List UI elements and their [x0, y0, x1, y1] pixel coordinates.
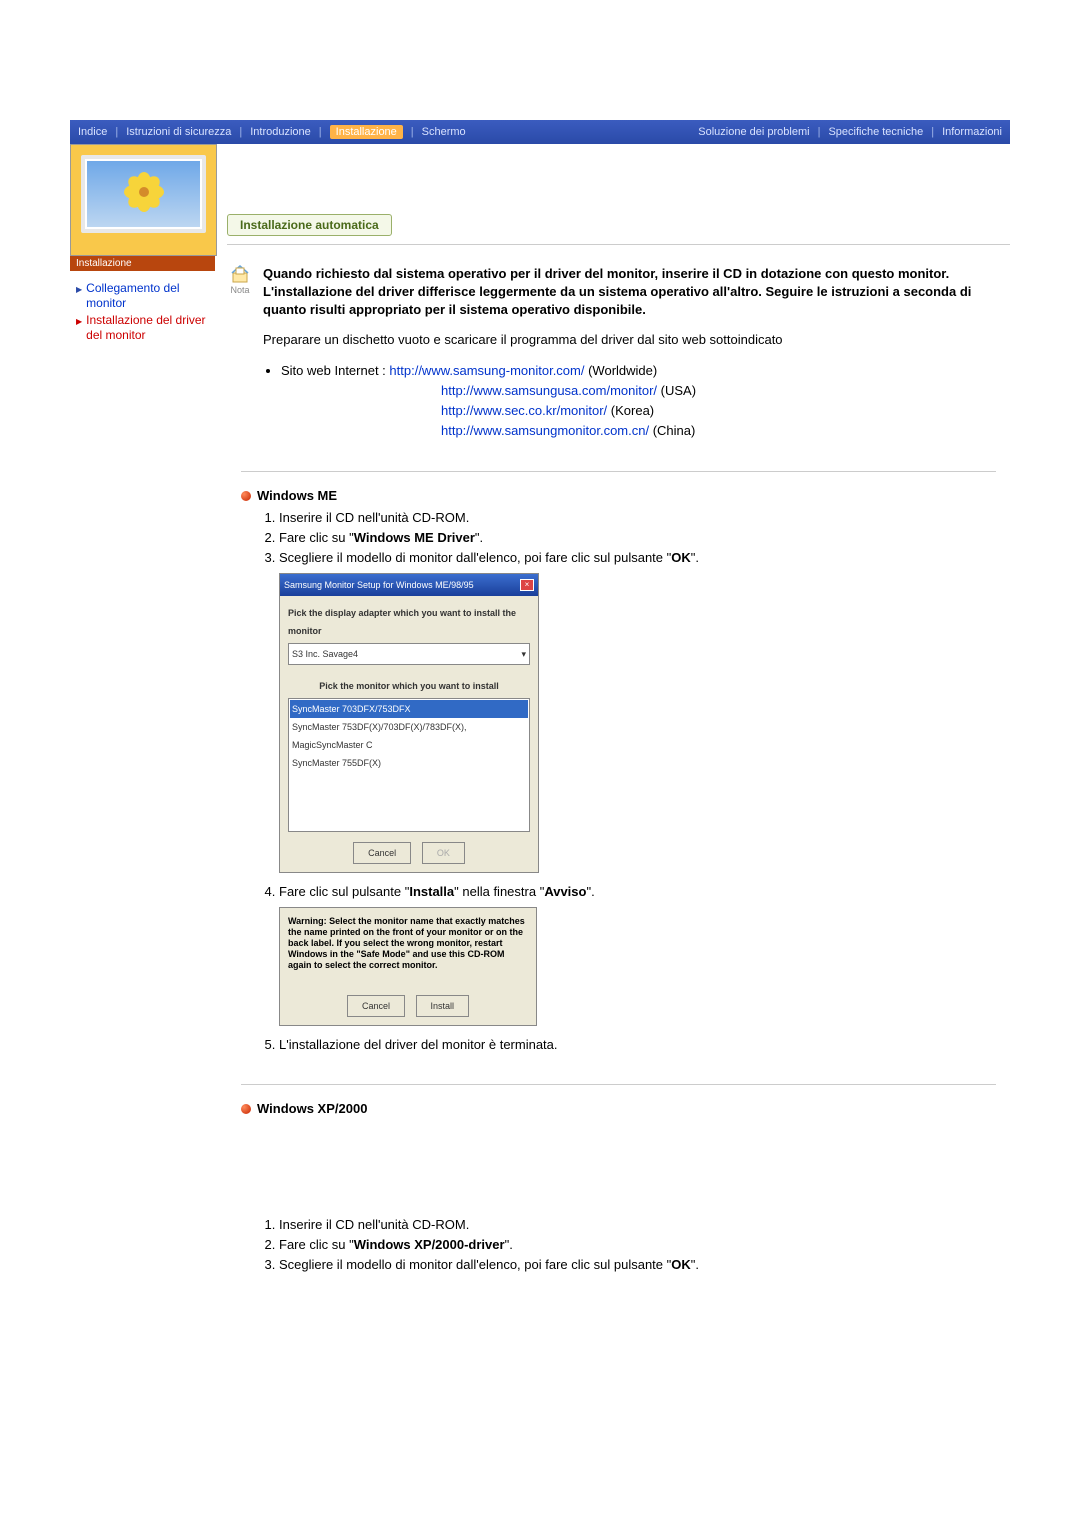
bold-text: Avviso	[544, 884, 586, 899]
sidebar-section-label: Installazione	[70, 256, 215, 271]
step-item: Fare clic su "Windows ME Driver".	[279, 529, 1010, 547]
adapter-value: S3 Inc. Savage4	[292, 645, 358, 663]
dialog-buttons: Cancel OK	[288, 842, 530, 864]
nav-sep: |	[239, 126, 242, 138]
bullet-icon	[241, 491, 251, 501]
site-suffix: (Worldwide)	[584, 363, 657, 378]
nav-sep: |	[319, 126, 322, 138]
adapter-select[interactable]: S3 Inc. Savage4 ▾	[288, 643, 530, 665]
bold-text: OK	[671, 550, 691, 565]
nav-sep: |	[115, 126, 118, 138]
site-link-korea[interactable]: http://www.sec.co.kr/monitor/	[441, 403, 607, 418]
list-item[interactable]: SyncMaster 753DF(X)/703DF(X)/783DF(X), M…	[290, 718, 528, 754]
section-windows-me: Windows ME	[241, 488, 1010, 503]
bullet-icon	[241, 1104, 251, 1114]
site-suffix: (China)	[649, 423, 695, 438]
section-title: Windows ME	[257, 488, 337, 503]
bold-text: Windows ME Driver	[354, 530, 475, 545]
note-block: Nota Quando richiesto dal sistema operat…	[227, 265, 1010, 319]
nav-soluzione[interactable]: Soluzione dei problemi	[698, 126, 809, 138]
step-item: Scegliere il modello di monitor dall'ele…	[279, 549, 1010, 873]
page-root: Indice | Istruzioni di sicurezza | Intro…	[0, 0, 1080, 1336]
site-link-china[interactable]: http://www.samsungmonitor.com.cn/	[441, 423, 649, 438]
nav-informazioni[interactable]: Informazioni	[942, 126, 1002, 138]
nav-sep: |	[411, 126, 414, 138]
step-item: L'installazione del driver del monitor è…	[279, 1036, 1010, 1054]
steps-xp: Inserire il CD nell'unità CD-ROM. Fare c…	[257, 1216, 1010, 1274]
list-item[interactable]: SyncMaster 703DFX/753DFX	[290, 700, 528, 718]
arrow-icon	[76, 313, 86, 330]
section-windows-xp: Windows XP/2000	[241, 1101, 1010, 1116]
site-link-worldwide[interactable]: http://www.samsung-monitor.com/	[389, 363, 584, 378]
site-row: http://www.sec.co.kr/monitor/ (Korea)	[441, 401, 1010, 421]
section-title: Windows XP/2000	[257, 1101, 367, 1116]
close-icon[interactable]: ×	[520, 579, 534, 591]
site-row: Sito web Internet : http://www.samsung-m…	[281, 361, 1010, 441]
site-link-usa[interactable]: http://www.samsungusa.com/monitor/	[441, 383, 657, 398]
dialog-monitor-setup: Samsung Monitor Setup for Windows ME/98/…	[279, 573, 539, 873]
nav-introduzione[interactable]: Introduzione	[250, 126, 311, 138]
site-row: http://www.samsungusa.com/monitor/ (USA)	[441, 381, 1010, 401]
divider	[241, 1084, 996, 1085]
site-suffix: (Korea)	[607, 403, 654, 418]
cancel-button[interactable]: Cancel	[353, 842, 411, 864]
bold-text: OK	[671, 1257, 691, 1272]
prepare-text: Preparare un dischetto vuoto e scaricare…	[263, 331, 1010, 349]
step-item: Inserire il CD nell'unità CD-ROM.	[279, 1216, 1010, 1234]
dialog-label-adapter: Pick the display adapter which you want …	[288, 604, 530, 640]
bold-text: Installa	[409, 884, 454, 899]
main-content: Installazione automatica Nota Quando ric…	[215, 144, 1010, 1276]
nav-indice[interactable]: Indice	[78, 126, 107, 138]
step-item: Fare clic sul pulsante "Installa" nella …	[279, 883, 1010, 1026]
warning-text: Warning: Select the monitor name that ex…	[288, 916, 528, 971]
sidebar: Installazione Collegamento del monitor I…	[70, 144, 215, 345]
sites-list: Sito web Internet : http://www.samsung-m…	[263, 361, 1010, 441]
dialog-titlebar: Samsung Monitor Setup for Windows ME/98/…	[280, 574, 538, 596]
chevron-down-icon: ▾	[521, 645, 526, 663]
divider	[241, 471, 996, 472]
cancel-button[interactable]: Cancel	[347, 995, 405, 1017]
sidebar-item-label: Installazione del driver del monitor	[86, 313, 215, 343]
site-lead: Sito web Internet :	[281, 363, 386, 378]
install-button[interactable]: Install	[416, 995, 470, 1017]
content-row: Installazione Collegamento del monitor I…	[70, 144, 1010, 1276]
top-nav: Indice | Istruzioni di sicurezza | Intro…	[70, 120, 1010, 144]
steps-me: Inserire il CD nell'unità CD-ROM. Fare c…	[257, 509, 1010, 1054]
site-row: http://www.samsungmonitor.com.cn/ (China…	[441, 421, 1010, 441]
monitor-list[interactable]: SyncMaster 703DFX/753DFX SyncMaster 753D…	[288, 698, 530, 832]
nav-sep: |	[931, 126, 934, 138]
ok-button[interactable]: OK	[422, 842, 465, 864]
sidebar-item-collegamento[interactable]: Collegamento del monitor	[76, 281, 215, 311]
step-item: Scegliere il modello di monitor dall'ele…	[279, 1256, 1010, 1274]
nav-sep: |	[818, 126, 821, 138]
bold-text: Windows XP/2000-driver	[354, 1237, 505, 1252]
note-icon-label: Nota	[230, 285, 249, 295]
nav-specifiche[interactable]: Specifiche tecniche	[828, 126, 923, 138]
step-item: Inserire il CD nell'unità CD-ROM.	[279, 509, 1010, 527]
sidebar-thumbnail	[70, 144, 217, 256]
list-item[interactable]: SyncMaster 755DF(X)	[290, 754, 528, 772]
dialog-warning: Warning: Select the monitor name that ex…	[279, 907, 537, 1026]
monitor-icon	[81, 155, 206, 233]
nav-istruzioni[interactable]: Istruzioni di sicurezza	[126, 126, 231, 138]
step-item: Fare clic su "Windows XP/2000-driver".	[279, 1236, 1010, 1254]
site-suffix: (USA)	[657, 383, 696, 398]
sidebar-item-installazione-driver[interactable]: Installazione del driver del monitor	[76, 313, 215, 343]
note-icon: Nota	[227, 265, 253, 295]
sidebar-item-label: Collegamento del monitor	[86, 281, 215, 311]
dialog-body: Pick the display adapter which you want …	[280, 596, 538, 872]
nav-installazione[interactable]: Installazione	[330, 125, 403, 139]
dialog-title-text: Samsung Monitor Setup for Windows ME/98/…	[284, 576, 474, 594]
flower-icon	[124, 172, 164, 212]
dialog-label-monitor: Pick the monitor which you want to insta…	[288, 677, 530, 695]
spacer	[227, 1122, 1010, 1212]
tab-installazione-automatica[interactable]: Installazione automatica	[227, 214, 392, 236]
divider	[227, 244, 1010, 245]
note-text: Quando richiesto dal sistema operativo p…	[263, 265, 1010, 319]
nav-schermo[interactable]: Schermo	[422, 126, 466, 138]
arrow-icon	[76, 281, 86, 298]
dialog-buttons: Cancel Install	[288, 995, 528, 1017]
sidebar-links: Collegamento del monitor Installazione d…	[70, 271, 215, 343]
